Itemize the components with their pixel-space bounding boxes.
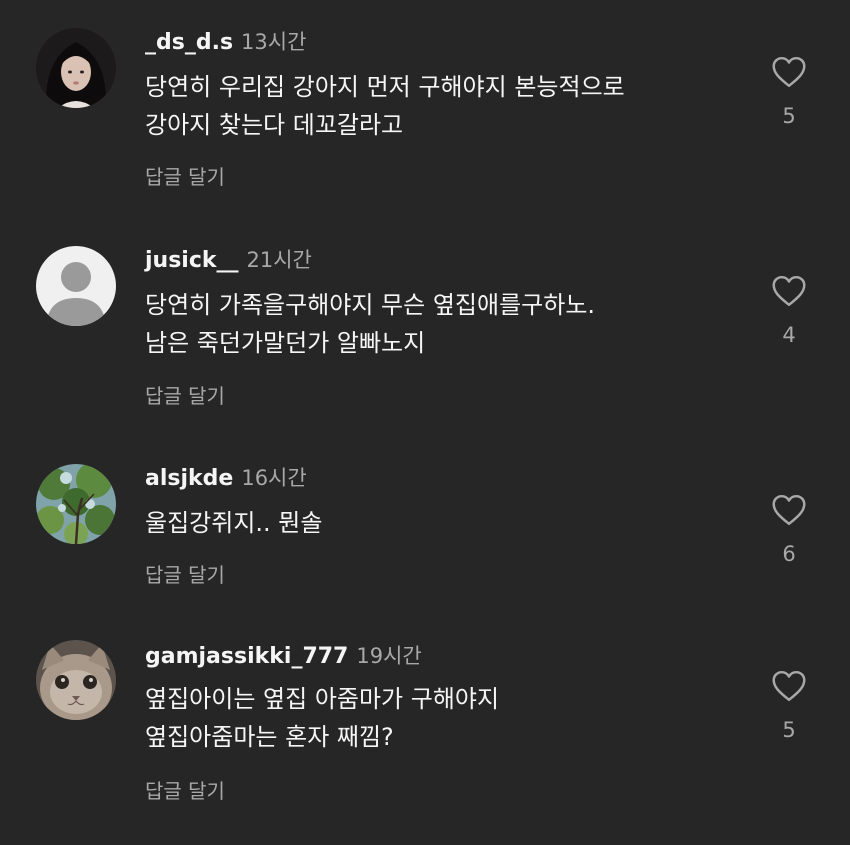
timestamp: 13시간 <box>241 30 307 54</box>
tree-photo-avatar-icon <box>36 464 116 544</box>
heart-icon <box>772 670 806 702</box>
comment-text: 당연히 우리집 강아지 먼저 구해야지 본능적으로 강아지 찾는다 데꼬갈라고 <box>145 73 625 139</box>
username[interactable]: jusick__ <box>145 248 239 273</box>
username[interactable]: _ds_d.s <box>145 30 233 55</box>
like-count: 6 <box>782 542 796 566</box>
user-photo-avatar-icon <box>36 28 116 108</box>
like-button[interactable]: 5 <box>764 56 814 128</box>
heart-icon <box>772 56 806 88</box>
like-button[interactable]: 5 <box>764 670 814 742</box>
like-count: 4 <box>782 323 796 347</box>
comment-text: 당연히 가족을구해야지 무슨 옆집애를구하노. 남은 죽던가말던가 알빠노지 <box>145 291 596 357</box>
comment-header: alsjkde 16시간 <box>145 462 307 492</box>
cat-photo-avatar-icon <box>36 640 116 720</box>
like-count: 5 <box>782 104 796 128</box>
heart-icon <box>772 275 806 307</box>
reply-button[interactable]: 답글 달기 <box>145 380 225 409</box>
timestamp: 19시간 <box>356 644 422 668</box>
comment-text: 울집강쥐지.. 뭔솔 <box>145 509 323 537</box>
timestamp: 16시간 <box>241 466 307 490</box>
comment-header: _ds_d.s 13시간 <box>145 26 306 56</box>
comment-text: 옆집아이는 옆집 아줌마가 구해야지 옆집아줌마는 혼자 째낌? <box>145 685 500 751</box>
default-user-icon <box>36 246 116 326</box>
like-button[interactable]: 6 <box>764 494 814 566</box>
comment-header: gamjassikki_777 19시간 <box>145 640 422 670</box>
avatar[interactable] <box>36 464 116 544</box>
reply-button[interactable]: 답글 달기 <box>145 559 225 588</box>
avatar[interactable] <box>36 640 116 720</box>
timestamp: 21시간 <box>246 248 312 272</box>
reply-button[interactable]: 답글 달기 <box>145 775 225 804</box>
comment-header: jusick__ 21시간 <box>145 244 312 274</box>
like-button[interactable]: 4 <box>764 275 814 347</box>
username[interactable]: gamjassikki_777 <box>145 644 348 669</box>
username[interactable]: alsjkde <box>145 466 233 491</box>
reply-button[interactable]: 답글 달기 <box>145 161 225 190</box>
like-count: 5 <box>782 718 796 742</box>
avatar[interactable] <box>36 28 116 108</box>
heart-icon <box>772 494 806 526</box>
avatar[interactable] <box>36 246 116 326</box>
